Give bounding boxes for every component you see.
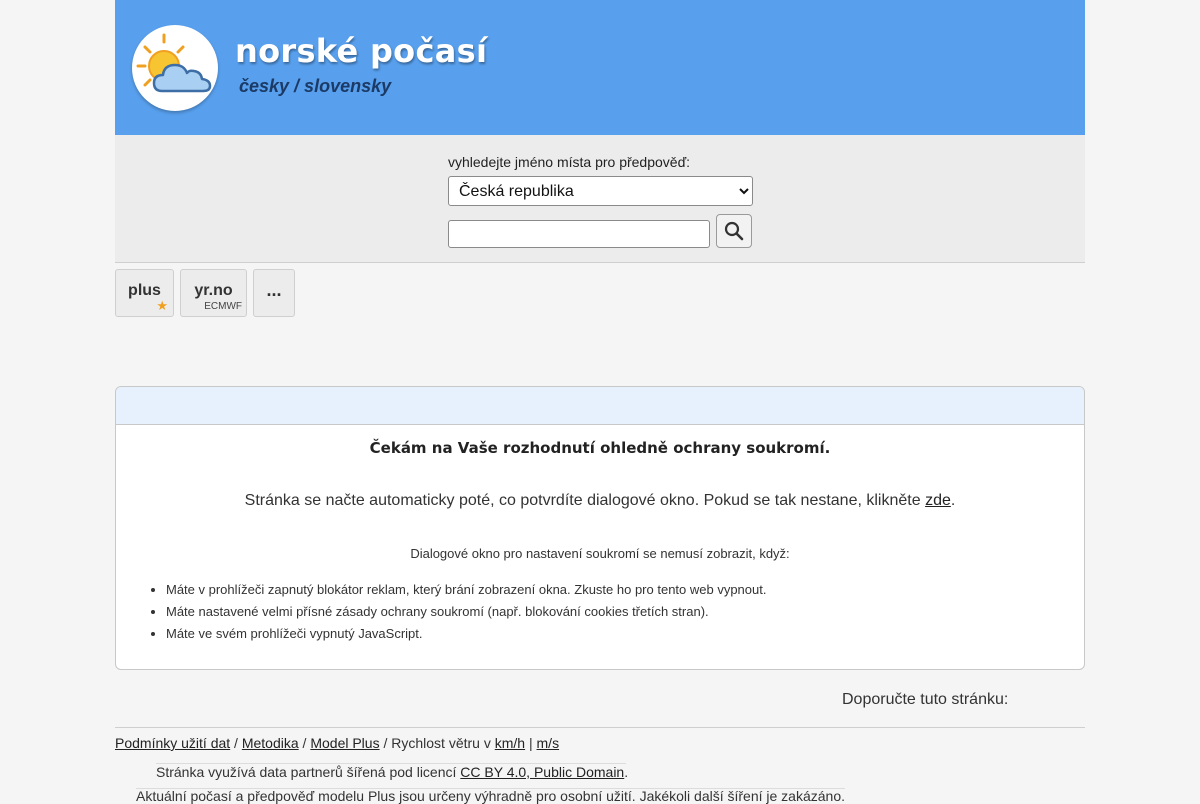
search-button[interactable] (716, 214, 752, 248)
privacy-notice-box: Čekám na Vaše rozhodnutí ohledně ochrany… (115, 386, 1085, 670)
license-label: Stránka využívá data partnerů šířená pod… (156, 764, 457, 780)
search-label: vyhledejte jméno místa pro předpověď: (448, 154, 691, 170)
license-text: Stránka využívá data partnerů šířená pod… (156, 764, 628, 780)
list-item: Máte ve svém prohlížeči vypnutý JavaScri… (166, 623, 766, 645)
tab-more[interactable]: ... (253, 269, 295, 317)
forecast-tabs: plus ★ yr.no ECMWF ... (115, 263, 1085, 323)
tab-yr[interactable]: yr.no ECMWF (180, 269, 247, 317)
star-icon: ★ (156, 298, 168, 313)
footer-separator: / (230, 735, 242, 751)
tab-yr-label: yr.no (194, 282, 233, 299)
privacy-title: Čekám na Vaše rozhodnutí ohledně ochrany… (369, 439, 831, 457)
list-item: Máte v prohlížeči zapnutý blokátor rekla… (166, 579, 766, 601)
methodology-link[interactable]: Metodika (242, 735, 299, 751)
footer-links: Podmínky užití dat / Metodika / Model Pl… (115, 735, 559, 751)
place-search-input[interactable] (448, 220, 710, 248)
recommend-text: Doporučte tuto stránku: (842, 691, 1009, 708)
privacy-reasons-list: Máte v prohlížeči zapnutý blokátor rekla… (166, 579, 766, 645)
search-panel: vyhledejte jméno místa pro předpověď: Če… (115, 135, 1085, 263)
privacy-note: Dialogové okno pro nastavení soukromí se… (410, 546, 790, 561)
terms-link[interactable]: Podmínky užití dat (115, 735, 230, 751)
model-plus-link[interactable]: Model Plus (310, 735, 379, 751)
site-header: norské počasí česky / slovensky (115, 0, 1085, 135)
wind-ms-link[interactable]: m/s (537, 735, 560, 751)
site-title[interactable]: norské počasí (235, 32, 487, 70)
reload-here-link[interactable]: zde (925, 492, 951, 509)
tab-more-label: ... (266, 280, 282, 300)
magnifier-icon (724, 221, 744, 241)
privacy-message-end: . (950, 492, 956, 509)
footer-separator: / (298, 735, 311, 751)
license-end: . (624, 764, 629, 780)
privacy-message: Stránka se načte automaticky poté, co po… (116, 492, 1084, 510)
footer-separator: | (525, 735, 537, 751)
privacy-message-text: Stránka se načte automaticky poté, co po… (244, 492, 921, 509)
country-select[interactable]: Česká republika (448, 176, 753, 206)
wind-speed-label: / Rychlost větru v (379, 735, 495, 751)
tab-plus[interactable]: plus ★ (115, 269, 174, 317)
wind-kmh-link[interactable]: km/h (495, 735, 525, 751)
page: norské počasí česky / slovensky vyhledej… (115, 0, 1085, 804)
list-item: Máte nastavené velmi přísné zásady ochra… (166, 601, 766, 623)
license-link[interactable]: CC BY 4.0, Public Domain (460, 764, 624, 780)
language-subtitle: česky / slovensky (239, 76, 392, 96)
footer-divider (115, 727, 1085, 728)
tab-yr-sublabel: ECMWF (204, 301, 242, 312)
usage-notice: Aktuální počasí a předpověď modelu Plus … (136, 788, 846, 804)
privacy-box-header (116, 387, 1084, 425)
sun-behind-cloud-icon[interactable] (132, 25, 218, 111)
